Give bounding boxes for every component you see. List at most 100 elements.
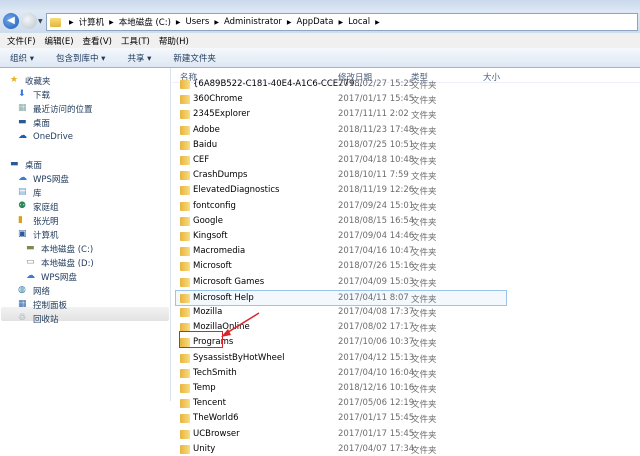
file-name: UCBrowser <box>193 428 240 439</box>
file-name: Baidu <box>193 139 218 150</box>
breadcrumb-separator[interactable]: ▶ <box>338 19 343 26</box>
share-button[interactable]: 共享 ▾ <box>127 52 151 64</box>
sidebar-item[interactable]: ◍ 网络 <box>18 284 50 297</box>
library-icon: ▤ <box>18 187 27 197</box>
file-row[interactable]: {6A89B522-C181-40E4-A1C6-CCE779... 2018/0… <box>176 77 506 91</box>
file-date: 2017/04/16 10:47 <box>338 246 415 257</box>
breadcrumb-separator[interactable]: ▶ <box>375 19 380 26</box>
folder-icon <box>180 429 190 439</box>
file-row[interactable]: Adobe 2018/11/23 17:48 文件夹 <box>176 123 506 137</box>
file-name: Temp <box>193 383 216 393</box>
sidebar-item[interactable]: ★ 收藏夹 <box>10 74 51 87</box>
menu-item[interactable]: 文件(F) <box>7 35 36 47</box>
file-name: Tencent <box>193 398 226 409</box>
file-type: 文件夹 <box>411 202 437 213</box>
folder-icon <box>180 140 190 150</box>
file-row[interactable]: Unity 2017/04/07 17:34 文件夹 <box>176 442 506 456</box>
file-row[interactable]: SysassistByHotWheel 2017/04/12 15:13 文件夹 <box>176 351 506 365</box>
folder-icon <box>180 186 190 196</box>
file-row[interactable]: UCBrowser 2017/01/17 15:45 文件夹 <box>176 427 506 441</box>
file-row[interactable]: fontconfig 2017/09/24 15:01 文件夹 <box>176 199 506 213</box>
menu-item[interactable]: 工具(T) <box>121 35 150 47</box>
sidebar-item[interactable]: ▭ 本地磁盘 (D:) <box>26 256 94 269</box>
sidebar-item-label: 张光明 <box>33 216 59 227</box>
file-row[interactable]: CEF 2017/04/18 10:48 文件夹 <box>176 153 506 167</box>
breadcrumb-separator[interactable]: ▶ <box>214 19 219 26</box>
sidebar-item[interactable]: ▣ 计算机 <box>18 228 59 241</box>
file-row[interactable]: TechSmith 2017/04/10 16:04 文件夹 <box>176 366 506 380</box>
sidebar-item-label: WPS网盘 <box>33 174 69 185</box>
sidebar-item[interactable]: ⬇ 下载 <box>18 88 50 101</box>
sidebar-item[interactable]: ♲ 回收站 <box>18 312 59 325</box>
file-type: 文件夹 <box>411 294 437 305</box>
folder-icon <box>180 80 190 89</box>
breadcrumb-separator[interactable]: ▶ <box>287 19 292 26</box>
breadcrumb-separator[interactable]: ▶ <box>176 19 181 26</box>
sidebar-item[interactable]: ☁ WPS网盘 <box>18 172 69 185</box>
file-name: Microsoft Help <box>193 292 254 303</box>
sidebar-item-label: 网络 <box>33 286 51 297</box>
file-date: 2017/10/06 10:37 <box>338 337 415 348</box>
sidebar-item[interactable]: ☁ OneDrive <box>18 130 73 143</box>
file-row[interactable]: Kingsoft 2017/09/04 14:46 文件夹 <box>176 229 506 243</box>
file-type: 文件夹 <box>411 157 437 167</box>
forward-button[interactable] <box>21 13 37 29</box>
folder-icon <box>180 353 190 363</box>
sidebar-item[interactable]: ▬ 桌面 <box>18 116 50 129</box>
sidebar-item[interactable]: ☁ WPS网盘 <box>26 270 77 283</box>
breadcrumb-separator[interactable]: ▶ <box>109 19 114 26</box>
menu-bar: 文件(F) 编辑(E) 查看(V) 工具(T) 帮助(H) <box>0 33 640 48</box>
file-date: 2017/04/09 15:03 <box>338 276 415 287</box>
file-type: 文件夹 <box>411 369 437 380</box>
file-row[interactable]: 2345Explorer 2017/11/11 2:02 文件夹 <box>176 107 506 121</box>
file-row[interactable]: CrashDumps 2018/10/11 7:59 文件夹 <box>176 168 506 182</box>
menu-item[interactable]: 查看(V) <box>83 35 112 47</box>
new-folder-button[interactable]: 新建文件夹 <box>173 52 216 64</box>
file-row[interactable]: ElevatedDiagnostics 2018/11/19 12:26 文件夹 <box>176 183 506 197</box>
file-type: 文件夹 <box>411 263 437 274</box>
file-row[interactable]: Microsoft Games 2017/04/09 15:03 文件夹 <box>176 275 506 289</box>
sidebar-item-label: 控制面板 <box>33 300 68 311</box>
file-row[interactable]: Macromedia 2017/04/16 10:47 文件夹 <box>176 244 506 258</box>
breadcrumb-item[interactable]: Users <box>186 17 210 27</box>
sidebar-item[interactable]: ▦ 最近访问的位置 <box>18 102 93 115</box>
file-date: 2017/09/24 15:01 <box>338 200 415 211</box>
breadcrumb-item[interactable]: AppData <box>297 17 334 27</box>
breadcrumb-separator[interactable]: ▶ <box>69 19 74 26</box>
file-name: Microsoft <box>193 261 232 272</box>
sidebar-item-label: 桌面 <box>25 160 43 171</box>
breadcrumb-item[interactable]: Local <box>348 17 370 27</box>
file-row[interactable]: Microsoft 2018/07/26 15:16 文件夹 <box>176 259 506 273</box>
sidebar-item[interactable]: ⚉ 家庭组 <box>18 200 59 213</box>
breadcrumb-item[interactable]: 计算机 <box>79 16 105 28</box>
file-row[interactable]: Microsoft Help 2017/04/11 8:07 文件夹 <box>175 289 507 306</box>
folder-icon <box>180 110 190 120</box>
breadcrumb-item[interactable]: Administrator <box>224 17 282 27</box>
organize-button[interactable]: 组织 ▾ <box>10 52 34 64</box>
recent-pages-dropdown[interactable]: ▼ <box>38 18 43 25</box>
include-in-library-button[interactable]: 包含到库中 ▾ <box>56 52 105 64</box>
sidebar-item[interactable]: ▤ 库 <box>18 186 42 199</box>
folder-icon <box>180 232 190 241</box>
address-input[interactable]: ▶ 计算机 ▶ 本地磁盘 (C:) ▶ Users ▶ Administrator ▶ AppDa… <box>46 13 638 31</box>
network-icon: ◍ <box>18 285 26 295</box>
breadcrumb-item[interactable]: 本地磁盘 (C:) <box>119 16 171 28</box>
sidebar-item[interactable]: ▦ 控制面板 <box>18 298 67 311</box>
control-panel-icon: ▦ <box>18 299 27 309</box>
file-type: 文件夹 <box>411 233 437 243</box>
sidebar-item[interactable]: ▬ 桌面 <box>10 158 42 171</box>
sidebar-item[interactable]: ▮ 张光明 <box>18 214 59 227</box>
file-date: 2018/12/16 10:16 <box>338 383 415 393</box>
sidebar-item[interactable]: ▬ 本地磁盘 (C:) <box>26 242 93 255</box>
file-row[interactable]: Temp 2018/12/16 10:16 文件夹 <box>176 381 506 395</box>
toolbar: 组织 ▾ 包含到库中 ▾ 共享 ▾ 新建文件夹 <box>0 48 640 68</box>
back-button[interactable]: ◀ <box>3 13 19 29</box>
file-row[interactable]: Baidu 2018/07/25 10:51 文件夹 <box>176 138 506 152</box>
file-row[interactable]: Tencent 2017/05/06 12:19 文件夹 <box>176 396 506 410</box>
menu-item[interactable]: 编辑(E) <box>45 35 74 47</box>
file-row[interactable]: TheWorld6 2017/01/17 15:45 文件夹 <box>176 411 506 425</box>
file-name: fontconfig <box>193 200 236 211</box>
menu-item[interactable]: 帮助(H) <box>159 35 189 47</box>
file-row[interactable]: 360Chrome 2017/01/17 15:45 文件夹 <box>176 92 506 106</box>
file-row[interactable]: Google 2018/08/15 16:54 文件夹 <box>176 214 506 228</box>
